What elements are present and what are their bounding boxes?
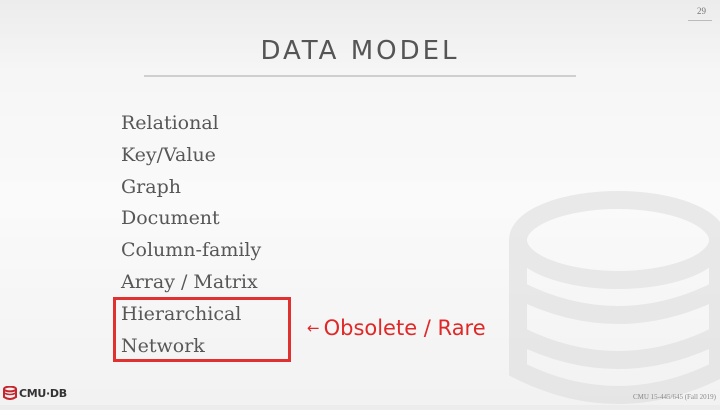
title-underline [144, 75, 576, 77]
list-item-array-matrix: Array / Matrix [121, 270, 258, 293]
list-item-key-value: Key/Value [121, 143, 216, 166]
page-number: 29 [697, 6, 706, 16]
arrow-left-icon: ← [307, 319, 320, 337]
annotation-text: Obsolete / Rare [323, 316, 486, 340]
obsolete-annotation: ← Obsolete / Rare [307, 316, 486, 340]
list-item-graph: Graph [121, 175, 181, 198]
highlight-box [113, 297, 291, 362]
database-logo-icon [3, 386, 17, 400]
page-number-rule [688, 20, 712, 21]
list-item-document: Document [121, 207, 220, 230]
slide-title: DATA MODEL [260, 36, 460, 66]
slide: 29 DATA MODEL Relational Key/Value Graph… [0, 0, 720, 405]
cmu-db-logo: CMU·DB [3, 385, 67, 401]
logo-text: CMU·DB [19, 386, 67, 400]
list-item-column-family: Column-family [121, 239, 262, 262]
list-item-relational: Relational [121, 112, 219, 134]
database-icon [509, 191, 720, 404]
course-footer: CMU 15-445/645 (Fall 2019) [632, 393, 716, 401]
